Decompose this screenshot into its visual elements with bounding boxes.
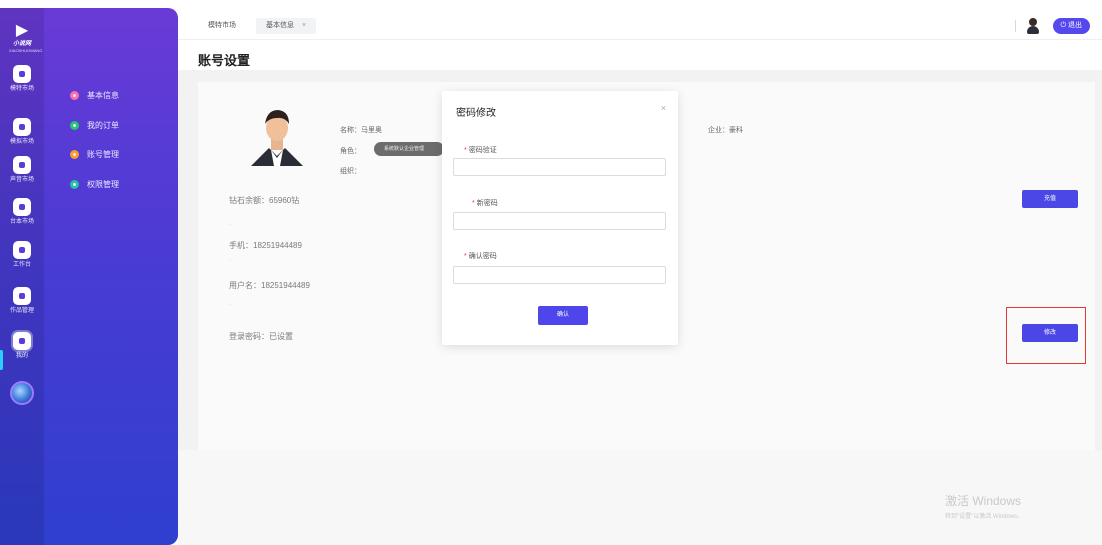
required-mark: * [464,147,467,154]
company-text: 企业：豪科 [708,127,743,134]
field-label-text: 新密码 [476,200,498,207]
submenu-label: 我的订单 [87,121,119,130]
tab-label: 基本信息 [266,22,294,29]
field-label-text: 确认密码 [468,253,497,260]
avatar-body [1027,26,1039,34]
rail-item-mine[interactable]: 我的 [2,332,42,360]
account-icon [70,150,79,159]
confirm-password-label: * 确认密码 [464,251,497,261]
close-icon[interactable]: × [661,103,666,113]
profile-avatar [251,110,303,166]
rail-item-label: 工作台 [12,262,31,268]
workbench-icon [13,241,31,259]
logout-button[interactable]: ⏻ 退出 [1052,18,1090,34]
page-title: 账号设置 [198,53,251,68]
tab-basic-info[interactable]: 基本信息 × [256,18,317,34]
logo-text: 小说网 [12,41,31,47]
verify-password-input[interactable] [453,158,666,176]
works-icon [13,287,31,305]
divider [1015,20,1016,32]
phone-text: 手机：18251944489 [229,241,302,250]
verify-password-label: * 密码验证 [464,145,497,155]
balance-text: 钻石余额：65960钻 [229,196,300,205]
separator-dot: · [229,222,231,228]
submenu-label: 权限管理 [87,180,119,189]
submenu-basic-info[interactable]: 基本信息 [70,90,170,101]
active-rail-marker [0,350,3,370]
app-logo[interactable]: ▶ 小说网 XIAOSHUOWANG [9,22,43,53]
required-mark: * [472,200,475,207]
submenu-label: 基本信息 [87,91,119,100]
role-badge: 系统默认企业管理 [374,142,444,156]
person-icon [70,91,79,100]
rail-item-label: 模拟市场 [9,139,34,145]
user-icon [13,332,31,350]
separator-dot: · [229,258,231,264]
confirm-button[interactable]: 确认 [538,306,588,325]
avatar-head [1029,18,1037,26]
watermark-subtitle: 转到"设置"以激活 Windows。 [945,514,1024,520]
rail-item-label: 台本市场 [9,219,34,225]
rail-item-model-market[interactable]: 模特市场 [2,65,42,93]
order-icon [70,121,79,130]
rail-item-workbench[interactable]: 工作台 [2,241,42,269]
submenu-label: 账号管理 [87,150,119,159]
rail-item-label: 模特市场 [9,86,34,92]
user-avatar[interactable] [10,381,34,405]
role-label: 角色： [340,148,361,155]
side-navigation: ▶ 小说网 XIAOSHUOWANG 模特市场 模拟市场 声音市场 台本市场 工… [0,8,178,545]
submenu-my-orders[interactable]: 我的订单 [70,120,170,131]
dialog-title: 密码修改 [456,108,496,119]
avatar[interactable] [1026,18,1040,34]
rail-item-script-market[interactable]: 台本市场 [2,198,42,226]
rail-item-label: 我的 [15,353,28,359]
market-icon [13,65,31,83]
rail-item-simulate-market[interactable]: 模拟市场 [2,118,42,146]
password-status-text: 登录密码：已设置 [229,332,293,341]
recharge-button[interactable]: 充值 [1022,190,1078,208]
logo-subtext: XIAOSHUOWANG [9,48,43,53]
name-text: 名称：马里奥 [340,127,382,134]
org-label: 组织： [340,168,361,175]
username-text: 用户名：18251944489 [229,281,310,290]
logo-play-icon: ▶ [15,22,29,39]
permission-icon [70,180,79,189]
rail-item-sound-market[interactable]: 声音市场 [2,156,42,184]
tab-model-market[interactable]: 模特市场 [208,18,236,34]
sound-icon [13,156,31,174]
confirm-password-input[interactable] [453,266,666,284]
rail-item-label: 作品管理 [9,308,34,314]
rail-item-works[interactable]: 作品管理 [2,287,42,315]
windows-activation-watermark: 激活 Windows 转到"设置"以激活 Windows。 [945,492,1023,520]
close-icon[interactable]: × [302,22,306,29]
watermark-title: 激活 Windows [945,494,1022,508]
new-password-label: * 新密码 [472,198,498,208]
simulate-icon [13,118,31,136]
script-icon [13,198,31,216]
new-password-input[interactable] [453,212,666,230]
highlight-box [1006,307,1086,364]
top-bar: 模特市场 基本信息 × ⏻ 退出 [178,8,1102,40]
separator-dot: · [229,302,231,308]
rail-item-label: 声音市场 [9,177,34,183]
submenu-account-management[interactable]: 账号管理 [70,149,170,160]
submenu-permission-management[interactable]: 权限管理 [70,179,170,190]
field-label-text: 密码验证 [468,147,497,154]
required-mark: * [464,253,467,260]
password-change-dialog: 密码修改 × * 密码验证 * 新密码 * 确认密码 确认 [442,91,678,345]
